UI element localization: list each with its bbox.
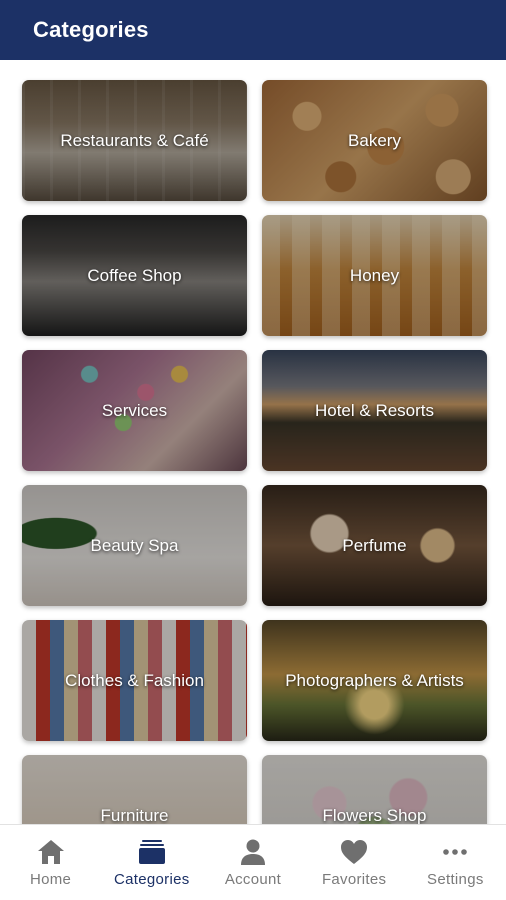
category-label: Restaurants & Café — [60, 130, 209, 150]
category-label: Beauty Spa — [90, 535, 179, 555]
category-card-photographers-artists[interactable]: Photographers & Artists — [262, 620, 487, 741]
nav-item-favorites[interactable]: Favorites — [304, 825, 404, 900]
category-label: Hotel & Resorts — [314, 400, 435, 420]
account-icon — [238, 838, 268, 866]
category-label: Bakery — [348, 130, 401, 150]
nav-label: Settings — [427, 871, 484, 888]
category-card-beauty-spa[interactable]: Beauty Spa — [22, 485, 247, 606]
nav-item-home[interactable]: Home — [1, 825, 101, 900]
more-icon — [440, 838, 470, 866]
nav-item-settings[interactable]: Settings — [405, 825, 505, 900]
category-label: Services — [101, 400, 168, 420]
app-bar: Categories — [0, 0, 506, 60]
category-card-perfume[interactable]: Perfume — [262, 485, 487, 606]
category-card-coffee-shop[interactable]: Coffee Shop — [22, 215, 247, 336]
category-label: Honey — [349, 265, 400, 285]
page-title: Categories — [33, 17, 149, 42]
nav-item-account[interactable]: Account — [203, 825, 303, 900]
heart-icon — [339, 838, 369, 866]
nav-label: Categories — [114, 871, 190, 888]
nav-item-categories[interactable]: Categories — [102, 825, 202, 900]
category-card-flowers-shop[interactable]: Flowers Shop — [262, 755, 487, 824]
category-card-hotel-resorts[interactable]: Hotel & Resorts — [262, 350, 487, 471]
category-label: Coffee Shop — [87, 265, 182, 285]
category-card-services[interactable]: Services — [22, 350, 247, 471]
category-card-clothes-fashion[interactable]: Clothes & Fashion — [22, 620, 247, 741]
home-icon — [36, 838, 66, 866]
category-label: Clothes & Fashion — [65, 670, 204, 690]
category-grid[interactable]: Restaurants & Café Bakery Coffee Shop Ho… — [0, 60, 506, 824]
nav-label: Home — [29, 871, 72, 888]
category-label: Flowers Shop — [322, 805, 427, 825]
category-card-furniture[interactable]: Furniture — [22, 755, 247, 824]
category-label: Photographers & Artists — [285, 670, 464, 690]
categories-icon — [137, 838, 167, 866]
nav-label: Favorites — [321, 871, 387, 888]
category-label: Furniture — [100, 805, 169, 825]
category-card-honey[interactable]: Honey — [262, 215, 487, 336]
category-card-restaurants-cafe[interactable]: Restaurants & Café — [22, 80, 247, 201]
category-card-bakery[interactable]: Bakery — [262, 80, 487, 201]
category-label: Perfume — [342, 535, 407, 555]
nav-label: Account — [224, 871, 282, 888]
bottom-navigation: Home Categories Account Favorites Settin… — [0, 824, 506, 900]
